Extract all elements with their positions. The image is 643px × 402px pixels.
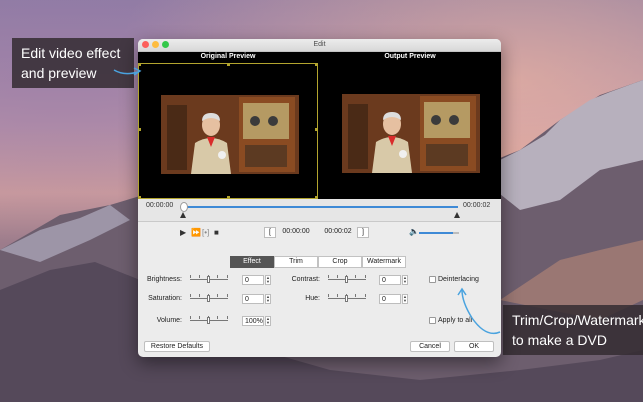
- callout-arrows: [113, 67, 501, 335]
- left-arrow-line: [113, 69, 139, 75]
- right-arrow-line: [461, 289, 501, 335]
